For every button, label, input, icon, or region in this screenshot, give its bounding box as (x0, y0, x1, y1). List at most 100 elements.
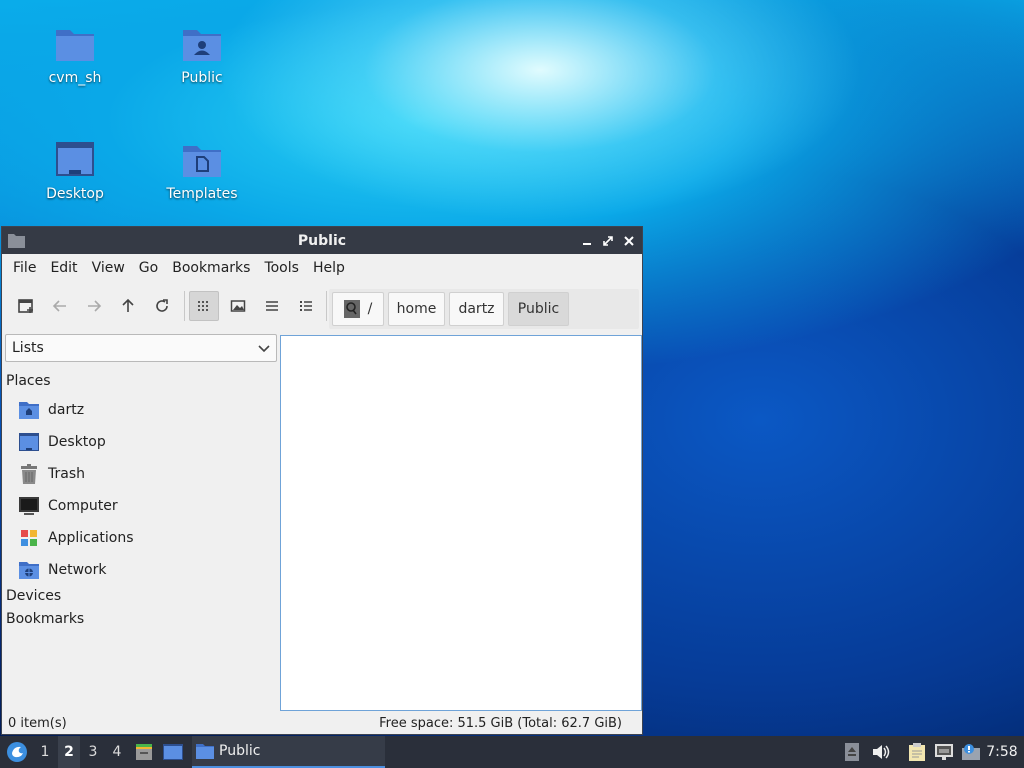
path-crumb-dartz[interactable]: dartz (449, 292, 504, 326)
desktop-folder-icon (56, 142, 94, 176)
computer-icon (18, 495, 40, 517)
maximize-button[interactable] (598, 231, 617, 250)
app-menu-icon (7, 742, 27, 762)
detailed-list-button[interactable] (291, 291, 321, 321)
maximize-icon (602, 235, 613, 246)
clipboard-icon (909, 743, 925, 761)
thumbnail-view-button[interactable] (223, 291, 253, 321)
menu-file[interactable]: File (6, 260, 43, 276)
desktop-icon-label: Desktop (46, 186, 104, 202)
forward-button[interactable] (79, 291, 109, 321)
window-title: Public (297, 232, 347, 249)
file-list-pane[interactable] (280, 335, 642, 711)
back-icon (52, 300, 66, 312)
path-crumb-label: / (367, 301, 373, 317)
notification-icon (962, 744, 980, 760)
place-label: Network (48, 562, 107, 578)
path-crumb-root[interactable]: / (332, 292, 384, 326)
eject-tray-button[interactable] (842, 736, 862, 768)
desktop-icon-templates[interactable]: Templates (147, 140, 257, 202)
desktop-icon-label: Templates (166, 186, 238, 202)
minimize-button[interactable] (577, 231, 596, 250)
place-label: Computer (48, 498, 118, 514)
notification-button[interactable] (960, 736, 982, 768)
bookmarks-header[interactable]: Bookmarks (6, 611, 84, 627)
menu-help[interactable]: Help (306, 260, 352, 276)
file-manager-window: Public File Edit View Go Bookmarks Tools… (1, 226, 643, 735)
taskbar-task-public[interactable]: Public (192, 736, 385, 768)
menu-edit[interactable]: Edit (43, 260, 84, 276)
path-crumb-label: home (396, 301, 437, 317)
path-crumb-home[interactable]: home (388, 292, 445, 326)
folder-icon (56, 30, 94, 61)
desktop-icon (18, 431, 40, 453)
folder-icon (196, 744, 214, 759)
path-crumb-label: dartz (458, 301, 495, 317)
trash-icon (18, 463, 40, 485)
home-folder-icon (18, 399, 40, 421)
file-manager-launcher[interactable] (132, 736, 156, 768)
applications-icon (18, 527, 40, 549)
status-bar: 0 item(s) Free space: 51.5 GiB (Total: 6… (2, 713, 642, 735)
volume-button[interactable] (870, 736, 892, 768)
minimize-icon (582, 242, 591, 245)
eject-icon (845, 743, 859, 761)
reload-button[interactable] (147, 291, 177, 321)
reload-icon (156, 299, 168, 312)
compact-view-icon (266, 301, 278, 311)
new-tab-button[interactable] (11, 291, 41, 321)
workspace-4[interactable]: 4 (106, 736, 128, 768)
titlebar[interactable]: Public (2, 227, 642, 254)
task-label: Public (219, 743, 261, 759)
forward-icon (88, 300, 102, 312)
desktop-icon-desktop[interactable]: Desktop (20, 140, 130, 202)
places-header[interactable]: Places (6, 373, 51, 389)
free-space: Free space: 51.5 GiB (Total: 62.7 GiB) (379, 716, 622, 731)
icon-view-button[interactable] (189, 291, 219, 321)
sidebar-mode-select[interactable]: Lists (5, 334, 277, 362)
menu-bookmarks[interactable]: Bookmarks (165, 260, 257, 276)
desktop-icon-label: cvm_sh (48, 70, 102, 86)
menubar: File Edit View Go Bookmarks Tools Help (2, 254, 642, 281)
network-tray-button[interactable] (933, 736, 955, 768)
back-button[interactable] (45, 291, 75, 321)
workspace-2[interactable]: 2 (58, 736, 80, 768)
menu-go[interactable]: Go (132, 260, 165, 276)
toolbar-separator (326, 291, 327, 321)
workspace-1[interactable]: 1 (34, 736, 56, 768)
place-network[interactable]: Network (18, 558, 106, 582)
place-desktop[interactable]: Desktop (18, 430, 106, 454)
devices-header[interactable]: Devices (6, 588, 61, 604)
menu-tools[interactable]: Tools (257, 260, 306, 276)
window-folder-icon[interactable] (8, 233, 25, 248)
close-icon (623, 235, 634, 246)
desktop-icon-cvm-sh[interactable]: cvm_sh (20, 24, 130, 86)
start-menu-button[interactable] (4, 736, 30, 768)
detailed-list-icon (300, 301, 312, 311)
show-desktop-button[interactable] (160, 736, 186, 768)
chevron-down-icon (258, 345, 270, 353)
compact-view-button[interactable] (257, 291, 287, 321)
taskbar: 1 2 3 4 Public 7:58 (0, 736, 1024, 768)
place-computer[interactable]: Computer (18, 494, 118, 518)
path-crumb-public[interactable]: Public (508, 292, 569, 326)
place-trash[interactable]: Trash (18, 462, 85, 486)
place-label: Desktop (48, 434, 106, 450)
file-manager-icon (136, 744, 152, 760)
toolbar-separator (184, 291, 185, 321)
toolbar: / home dartz Public (2, 281, 642, 329)
item-count: 0 item(s) (8, 716, 67, 731)
new-tab-icon (18, 299, 33, 313)
desktop-icon-public[interactable]: Public (147, 24, 257, 86)
clock[interactable]: 7:58 (984, 736, 1020, 768)
place-dartz[interactable]: dartz (18, 398, 84, 422)
close-button[interactable] (619, 231, 638, 250)
place-applications[interactable]: Applications (18, 526, 134, 550)
up-button[interactable] (113, 291, 143, 321)
workspace-3[interactable]: 3 (82, 736, 104, 768)
templates-folder-icon (183, 146, 221, 177)
clipboard-button[interactable] (906, 736, 928, 768)
drive-icon (343, 300, 360, 318)
menu-view[interactable]: View (85, 260, 132, 276)
place-label: Applications (48, 530, 134, 546)
